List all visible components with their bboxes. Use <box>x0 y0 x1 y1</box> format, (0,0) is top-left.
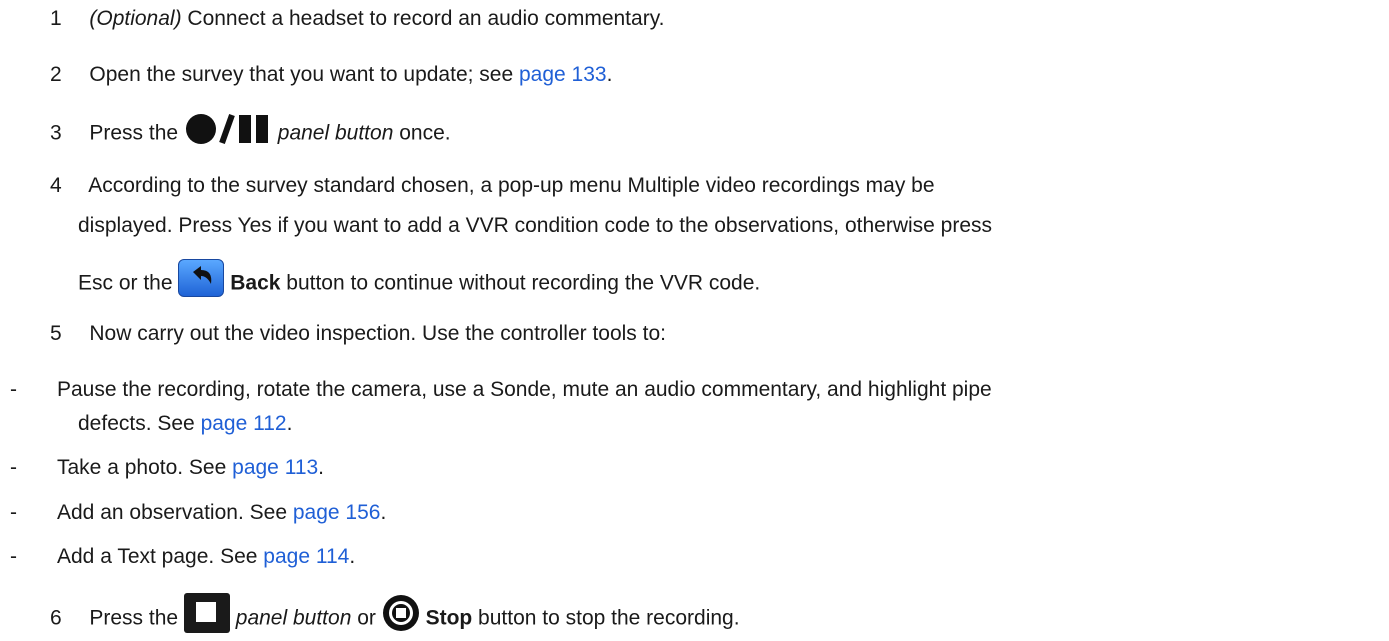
stop-icon <box>382 595 419 631</box>
step-number: 5 <box>50 322 62 345</box>
step-5: 5 Now carry out the video inspection. Us… <box>50 321 666 347</box>
step-text: Now carry out the video inspection. Use … <box>89 322 666 345</box>
bullet-1-line-2: defects. See page 112. <box>78 411 292 437</box>
step-text: button to continue without recording the… <box>280 271 761 295</box>
panel-button-label: panel button <box>277 121 394 145</box>
step-end: . <box>606 63 613 86</box>
stop-square-icon <box>183 593 230 633</box>
step-4-line-3: Esc or the Back button to continue witho… <box>78 259 761 303</box>
step-number: 2 <box>50 63 62 86</box>
step-text: Open the survey that you want to update;… <box>89 63 519 86</box>
bullet-end: . <box>380 501 387 524</box>
step-text: or <box>351 606 382 630</box>
step-text: Esc or the <box>78 271 179 295</box>
bullet-text: Add a Text page. See <box>57 545 264 568</box>
bullet-text: defects. See <box>78 412 201 435</box>
step-3: 3 Press the panel button once. <box>50 113 451 152</box>
bullet-dash: - <box>10 456 17 479</box>
bullet-text: Take a photo. See <box>57 456 233 479</box>
bullet-text: Add an observation. See <box>57 501 293 524</box>
panel-button-label: panel button <box>235 606 352 630</box>
step-text: button to stop the recording. <box>472 606 740 630</box>
bullet-dash: - <box>10 545 17 568</box>
bullet-end: . <box>349 545 356 568</box>
step-1: 1 (Optional) Connect a headset to record… <box>50 6 664 32</box>
step-number: 6 <box>50 606 62 630</box>
page-link-156[interactable]: page 156 <box>293 501 381 524</box>
stop-button-label: Stop <box>425 606 473 630</box>
step-text: displayed. Press Yes if you want to add … <box>78 214 993 237</box>
page-link-133[interactable]: page 133 <box>519 63 607 86</box>
step-4-line-1: 4 According to the survey standard chose… <box>50 173 935 199</box>
step-6: 6 Press the panel button or Stop button … <box>50 593 740 639</box>
step-number: 3 <box>50 121 62 145</box>
step-4-line-2: displayed. Press Yes if you want to add … <box>78 213 992 239</box>
bullet-text: Pause the recording, rotate the camera, … <box>57 378 992 401</box>
page-link-113[interactable]: page 113 <box>232 456 318 479</box>
page-link-114[interactable]: page 114 <box>263 545 349 568</box>
page-link-112[interactable]: page 112 <box>201 412 287 435</box>
record-pause-icon <box>185 113 268 145</box>
step-text: According to the survey standard chosen,… <box>88 174 935 197</box>
step-number: 1 <box>50 7 62 30</box>
bullet-end: . <box>318 456 325 479</box>
optional-label: (Optional) <box>89 7 182 30</box>
bullet-dash: - <box>10 378 17 401</box>
step-2: 2 Open the survey that you want to updat… <box>50 62 612 88</box>
bullet-dash: - <box>10 501 17 524</box>
back-button-label: Back <box>230 271 281 295</box>
step-number: 4 <box>50 174 62 197</box>
bullet-end: . <box>286 412 293 435</box>
step-text: Press the <box>89 121 184 145</box>
step-end: once. <box>393 121 451 145</box>
back-icon <box>178 259 225 297</box>
step-text: Connect a headset to record an audio com… <box>181 7 665 30</box>
step-text: Press the <box>89 606 184 630</box>
